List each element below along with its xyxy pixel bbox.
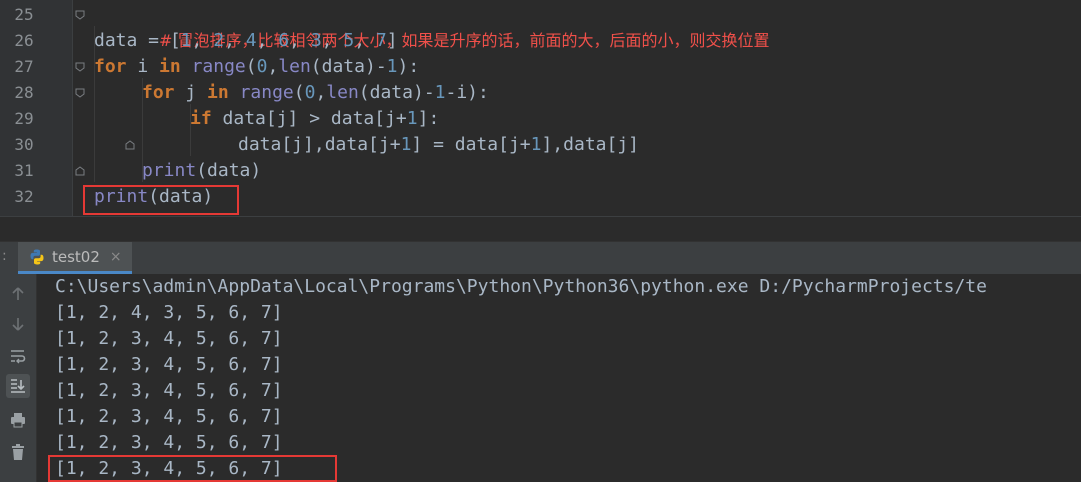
arrow-up-icon[interactable] xyxy=(6,282,30,306)
line-number: 25 xyxy=(14,5,34,24)
line-number-gutter: 25 26 27 28 29 30 31 32 xyxy=(0,0,73,216)
console-line: [1, 2, 3, 4, 5, 6, 7] xyxy=(55,354,283,375)
run-tool-window-header: : test02 × xyxy=(0,241,1081,275)
run-tab-test02[interactable]: test02 × xyxy=(18,242,132,274)
fold-marker-icon[interactable] xyxy=(74,61,86,73)
console-line: [1, 2, 3, 4, 5, 6, 7] xyxy=(55,328,283,349)
code-line-29[interactable]: if data[j] > data[j+1]: xyxy=(190,106,439,132)
code-line-26[interactable]: data = [1, 2, 4, 6, 3, 5, 7] xyxy=(94,28,398,54)
print-icon[interactable] xyxy=(6,408,30,432)
console-line: C:\Users\admin\AppData\Local\Programs\Py… xyxy=(55,276,987,297)
fold-end-marker-icon[interactable] xyxy=(74,165,86,177)
annotation-highlight-box xyxy=(48,455,337,482)
code-line-25[interactable]: # 冒泡排序，比较相邻两个大小，如果是升序的话，前面的大，后面的小，则交换位置 xyxy=(94,2,770,50)
trash-icon[interactable] xyxy=(6,440,30,464)
line-number: 29 xyxy=(14,109,34,128)
code-line-30[interactable]: data[j],data[j+1] = data[j+1],data[j] xyxy=(238,132,639,158)
code-line-31[interactable]: print(data) xyxy=(142,158,261,184)
editor-bottom-panel-gap xyxy=(0,216,1081,241)
line-number: 32 xyxy=(14,187,34,206)
line-number: 31 xyxy=(14,161,34,180)
scroll-to-end-icon[interactable] xyxy=(6,374,30,398)
close-icon[interactable]: × xyxy=(110,249,122,265)
arrow-down-icon[interactable] xyxy=(6,312,30,336)
code-line-28[interactable]: for j in range(0,len(data)-1-i): xyxy=(142,80,489,106)
line-number: 26 xyxy=(14,31,34,50)
soft-wrap-icon[interactable] xyxy=(6,344,30,368)
fold-marker-icon[interactable] xyxy=(74,87,86,99)
code-line-27[interactable]: for i in range(0,len(data)-1): xyxy=(94,54,419,80)
python-icon xyxy=(30,249,44,264)
run-tab-label: test02 xyxy=(52,247,100,266)
annotation-highlight-box xyxy=(83,185,239,215)
console-line: [1, 2, 3, 4, 5, 6, 7] xyxy=(55,380,283,401)
line-number: 30 xyxy=(14,135,34,154)
run-console-output[interactable]: C:\Users\admin\AppData\Local\Programs\Py… xyxy=(37,274,1081,482)
fold-marker-icon[interactable] xyxy=(74,9,86,21)
code-area[interactable]: # 冒泡排序，比较相邻两个大小，如果是升序的话，前面的大，后面的小，则交换位置 … xyxy=(94,0,1081,216)
run-label: : xyxy=(2,248,7,264)
console-line: [1, 2, 4, 3, 5, 6, 7] xyxy=(55,302,283,323)
console-line: [1, 2, 3, 4, 5, 6, 7] xyxy=(55,406,283,427)
run-side-toolbar xyxy=(0,274,37,482)
line-number: 27 xyxy=(14,57,34,76)
code-editor[interactable]: 25 26 27 28 29 30 31 32 # 冒泡排序，比较相邻两个大小，… xyxy=(0,0,1081,216)
console-line: [1, 2, 3, 4, 5, 6, 7] xyxy=(55,432,283,453)
line-number: 28 xyxy=(14,83,34,102)
